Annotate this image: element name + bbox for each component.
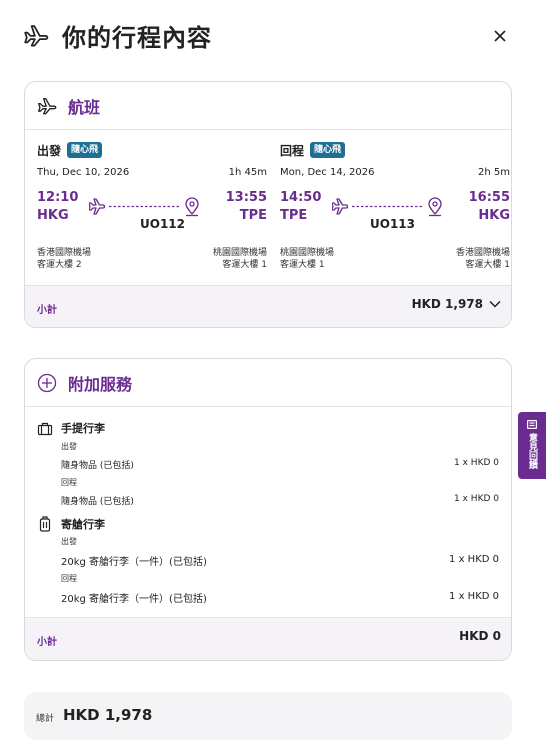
cabin-bag-icon <box>37 422 53 436</box>
airplane-icon <box>89 198 106 215</box>
extras-subtotal: 小計 HKD 0 <box>25 617 511 660</box>
page-title: 你的行程內容 <box>62 24 212 52</box>
flight-number: UO113 <box>370 217 415 231</box>
extras-card-title: 附加服務 <box>68 375 133 394</box>
location-pin-icon <box>428 197 442 217</box>
extras-list: 手提行李 出發 隨身物品 (已包括) 1 x HKD 0 回程 隨身物品 (已包… <box>25 407 511 617</box>
bag-item: 隨身物品 (已包括) <box>61 461 134 471</box>
arrival-code: HKG <box>478 208 510 223</box>
bag-item: 20kg 寄艙行李（一件）(已包括) <box>61 557 207 568</box>
route-line <box>89 197 199 217</box>
airplane-icon <box>332 198 349 215</box>
total-label: 總計 <box>36 714 55 724</box>
subtotal-value: HKD 0 <box>459 629 501 643</box>
arrival-terminal: 客運大樓 1 <box>465 260 510 270</box>
bag-qty: 1 x HKD 0 <box>454 458 499 468</box>
chevron-down-icon[interactable] <box>489 300 501 308</box>
leg-duration: 1h 45m <box>228 167 267 178</box>
flight-card: 航班 出發 隨心飛 Thu, Dec 10, 2026 1h 45m 12:10… <box>24 81 512 328</box>
leg-direction: 回程 <box>280 144 305 158</box>
segment-label: 出發 <box>61 537 77 546</box>
cabin-bag-title: 手提行李 <box>61 422 105 435</box>
departure-code: HKG <box>37 208 69 223</box>
flight-card-title: 航班 <box>68 98 101 117</box>
location-pin-icon <box>185 197 199 217</box>
outbound-leg: 出發 隨心飛 Thu, Dec 10, 2026 1h 45m 12:10 13… <box>37 130 267 285</box>
subtotal-amount: HKD 0 <box>459 629 501 643</box>
flight-legs: 出發 隨心飛 Thu, Dec 10, 2026 1h 45m 12:10 13… <box>25 130 511 285</box>
departure-time: 14:50 <box>280 190 322 205</box>
subtotal-label: 小計 <box>37 305 57 316</box>
arrival-code: TPE <box>239 208 267 223</box>
flight-subtotal[interactable]: 小計 HKD 1,978 <box>25 285 511 327</box>
bag-qty: 1 x HKD 0 <box>454 494 499 504</box>
airplane-icon <box>38 98 57 115</box>
add-circle-icon <box>37 373 57 393</box>
departure-airport: 桃園國際機場 <box>280 248 335 258</box>
airplane-icon <box>24 25 49 47</box>
feedback-tab[interactable]: 意見回饋 <box>518 412 546 479</box>
route-line <box>332 197 442 217</box>
flight-card-header: 航班 <box>25 82 511 130</box>
fare-badge: 隨心飛 <box>310 142 346 158</box>
subtotal-value[interactable]: HKD 1,978 <box>412 297 501 311</box>
fare-badge: 隨心飛 <box>67 142 103 158</box>
bag-qty: 1 x HKD 0 <box>449 554 499 565</box>
segment-label: 出發 <box>61 442 77 451</box>
total-value: HKD 1,978 <box>63 706 153 724</box>
close-icon[interactable] <box>491 27 509 45</box>
arrival-airport: 桃園國際機場 <box>212 248 267 258</box>
leg-duration: 2h 5m <box>478 167 510 178</box>
segment-label: 回程 <box>61 574 77 583</box>
leg-direction: 出發 <box>37 144 62 158</box>
grand-total: 總計 HKD 1,978 <box>24 692 512 740</box>
checked-bag-title: 寄艙行李 <box>61 518 105 531</box>
page-header: 你的行程內容 <box>0 0 546 70</box>
extras-card: 附加服務 手提行李 出發 隨身物品 (已包括) 1 x HKD 0 回程 隨身物… <box>24 358 512 661</box>
feedback-label: 意見回饋 <box>527 433 537 469</box>
subtotal-amount: HKD 1,978 <box>411 297 483 311</box>
flight-number: UO112 <box>140 217 185 231</box>
bag-qty: 1 x HKD 0 <box>449 591 499 602</box>
departure-code: TPE <box>280 208 308 223</box>
departure-time: 12:10 <box>37 190 79 205</box>
bag-item: 隨身物品 (已包括) <box>61 497 134 507</box>
leg-date: Mon, Dec 14, 2026 <box>280 167 375 178</box>
extras-card-header: 附加服務 <box>25 359 511 407</box>
departure-terminal: 客運大樓 2 <box>37 260 82 270</box>
arrival-time: 16:55 <box>468 190 510 205</box>
return-leg: 回程 隨心飛 Mon, Dec 14, 2026 2h 5m 14:50 16:… <box>280 130 510 285</box>
bag-item: 20kg 寄艙行李（一件）(已包括) <box>61 594 207 605</box>
arrival-terminal: 客運大樓 1 <box>222 260 267 270</box>
arrival-time: 13:55 <box>225 190 267 205</box>
departure-terminal: 客運大樓 1 <box>280 260 325 270</box>
segment-label: 回程 <box>61 478 77 487</box>
subtotal-label: 小計 <box>37 637 57 648</box>
feedback-icon <box>527 420 537 429</box>
checked-bag-icon <box>39 516 51 532</box>
departure-airport: 香港國際機場 <box>37 248 92 258</box>
leg-date: Thu, Dec 10, 2026 <box>37 167 130 178</box>
arrival-airport: 香港國際機場 <box>455 248 510 258</box>
